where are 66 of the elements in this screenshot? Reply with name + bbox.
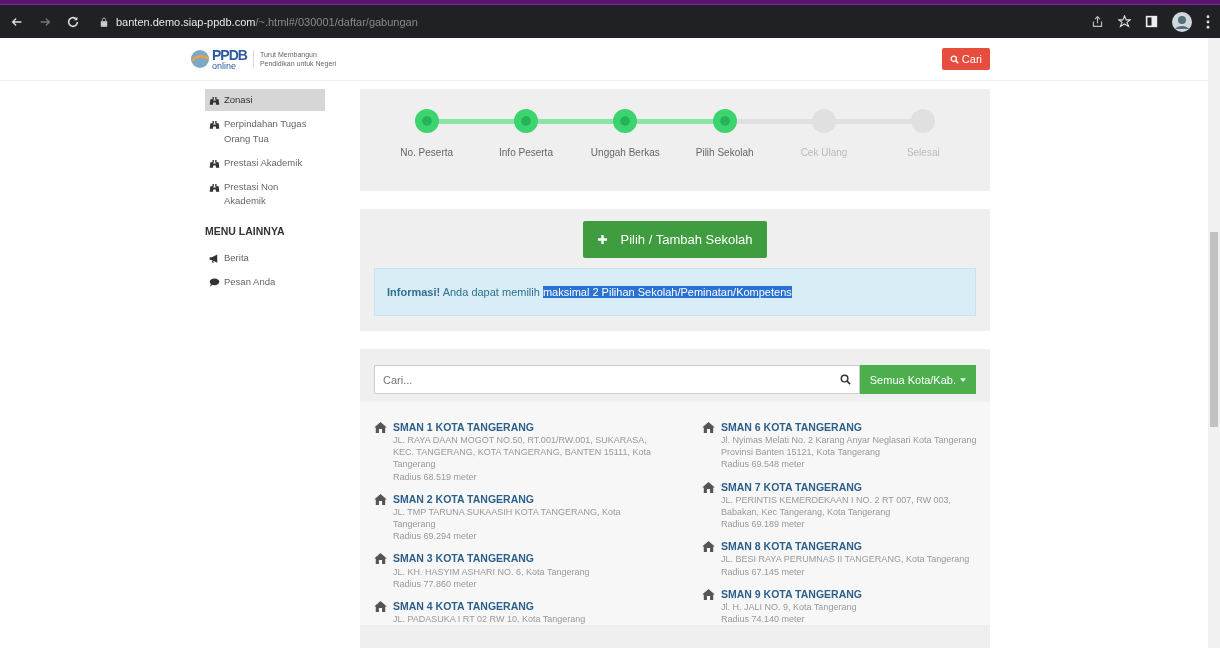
plus-icon [597,234,609,245]
school-address: JL. PERINTIS KEMERDEKAAN I NO. 2 RT 007, RW 003, Babakan, Kec Tangerang, Kota Tangerang [721,493,953,519]
home-icon [702,588,715,600]
menu-item[interactable]: Zonasi [205,89,325,112]
menu-item[interactable]: Prestasi Non Akademik [205,176,325,213]
search-button[interactable]: Cari [941,48,990,70]
avatar-icon [1172,11,1192,32]
share-icon [1091,15,1104,28]
school-radius: Radius 67.145 meter [721,565,806,578]
star-icon [1118,15,1131,28]
home-icon [374,600,387,612]
comment-icon [209,276,220,288]
school-address: JL. TMP TARUNA SUKAASIH KOTA TANGERANG, Kota Tangerang [393,505,622,531]
binoculars-icon [209,119,220,131]
menu-item[interactable]: Pesan Anda [205,270,325,293]
home-icon [374,422,387,433]
search-icon [949,54,959,64]
school-address: Jl. H. JALI NO. 9, Kota Tangerang [721,600,858,613]
school-radius: Radius 77.860 meter [393,577,478,590]
menu-heading: MENU LAINNYA [205,224,286,237]
menu-item[interactable]: Perpindahan Tugas Orang Tua [205,113,325,150]
lock-icon [100,16,108,27]
home-icon [374,493,387,505]
caret-icon [960,377,966,382]
home-icon [374,553,387,565]
logo-subtext: online [212,61,238,71]
school-name-link[interactable]: SMAN 1 KOTA TANGERANG [393,420,662,435]
school-address: JL. KH. HASYIM ASHARI NO. 6, Kota Tangerang [393,565,590,578]
home-icon [702,422,715,433]
school-name-link[interactable]: SMAN 8 KOTA TANGERANG [721,539,970,554]
school-name-link[interactable]: SMAN 9 KOTA TANGERANG [721,586,862,601]
binoculars-icon [209,182,220,193]
more-icon [1206,14,1210,29]
school-name-link[interactable]: SMAN 7 KOTA TANGERANG [721,479,990,494]
menu-item[interactable]: Prestasi Akademik [205,151,325,174]
reload-icon [66,14,80,29]
add-school-button[interactable]: Pilih / Tambah Sekolah [583,221,767,258]
school-address: JL. BESI RAYA PERUMNAS II TANGERANG, Kota Tangerang [721,553,970,566]
school-radius: Radius 69.294 meter [393,530,478,543]
panel-icon [1145,15,1158,28]
step-label: No. Peserta [400,147,454,158]
scrollbar[interactable] [1208,38,1220,648]
step-label: Info Peserta [499,147,553,158]
url-text: banten.demo.siap-ppdb.com/~.html#/030001/daftar/gabungan [116,15,418,28]
school-address: Jl. Nyimas Melati No. 2 Karang Anyar Neglasari Kota Tangerang Provinsi Banten 15121, Kota Tangerang [721,434,978,459]
megaphone-icon [209,252,220,264]
step-label: Pilih Sekolah [695,147,754,158]
binoculars-icon [209,157,220,169]
school-name-link[interactable]: SMAN 4 KOTA TANGERANG [393,598,586,613]
school-radius: Radius 74.140 meter [721,612,806,626]
school-radius: Radius 69.548 meter [721,458,806,471]
globe-icon [190,49,210,69]
home-icon [702,541,715,553]
school-name-link[interactable]: SMAN 6 KOTA TANGERANG [721,420,990,435]
school-name-link[interactable]: SMAN 2 KOTA TANGERANG [393,491,662,506]
school-name-link[interactable]: SMAN 3 KOTA TANGERANG [393,551,590,566]
school-radius: Radius 69.189 meter [721,518,806,531]
binoculars-icon [209,95,220,106]
step-label: Unggah Berkas [590,147,660,158]
school-address: JL. RAYA DAAN MOGOT NO.50, RT.001/RW.001, SUKARASA, KEC. TANGERANG, KOTA TANGERANG, BANTEN 15111, Kota Tangerang [393,434,652,471]
logo[interactable]: PPDB online [190,47,247,71]
logo-text: PPDB [212,47,247,62]
home-icon [702,481,715,493]
menu-item[interactable]: Berita [205,246,325,269]
info-text: Informasi! Anda dapat memilih maksimal 2 Pilihan Sekolah/Peminatan/Kompetens [387,286,792,298]
school-radius: Radius 68.519 meter [393,470,478,483]
